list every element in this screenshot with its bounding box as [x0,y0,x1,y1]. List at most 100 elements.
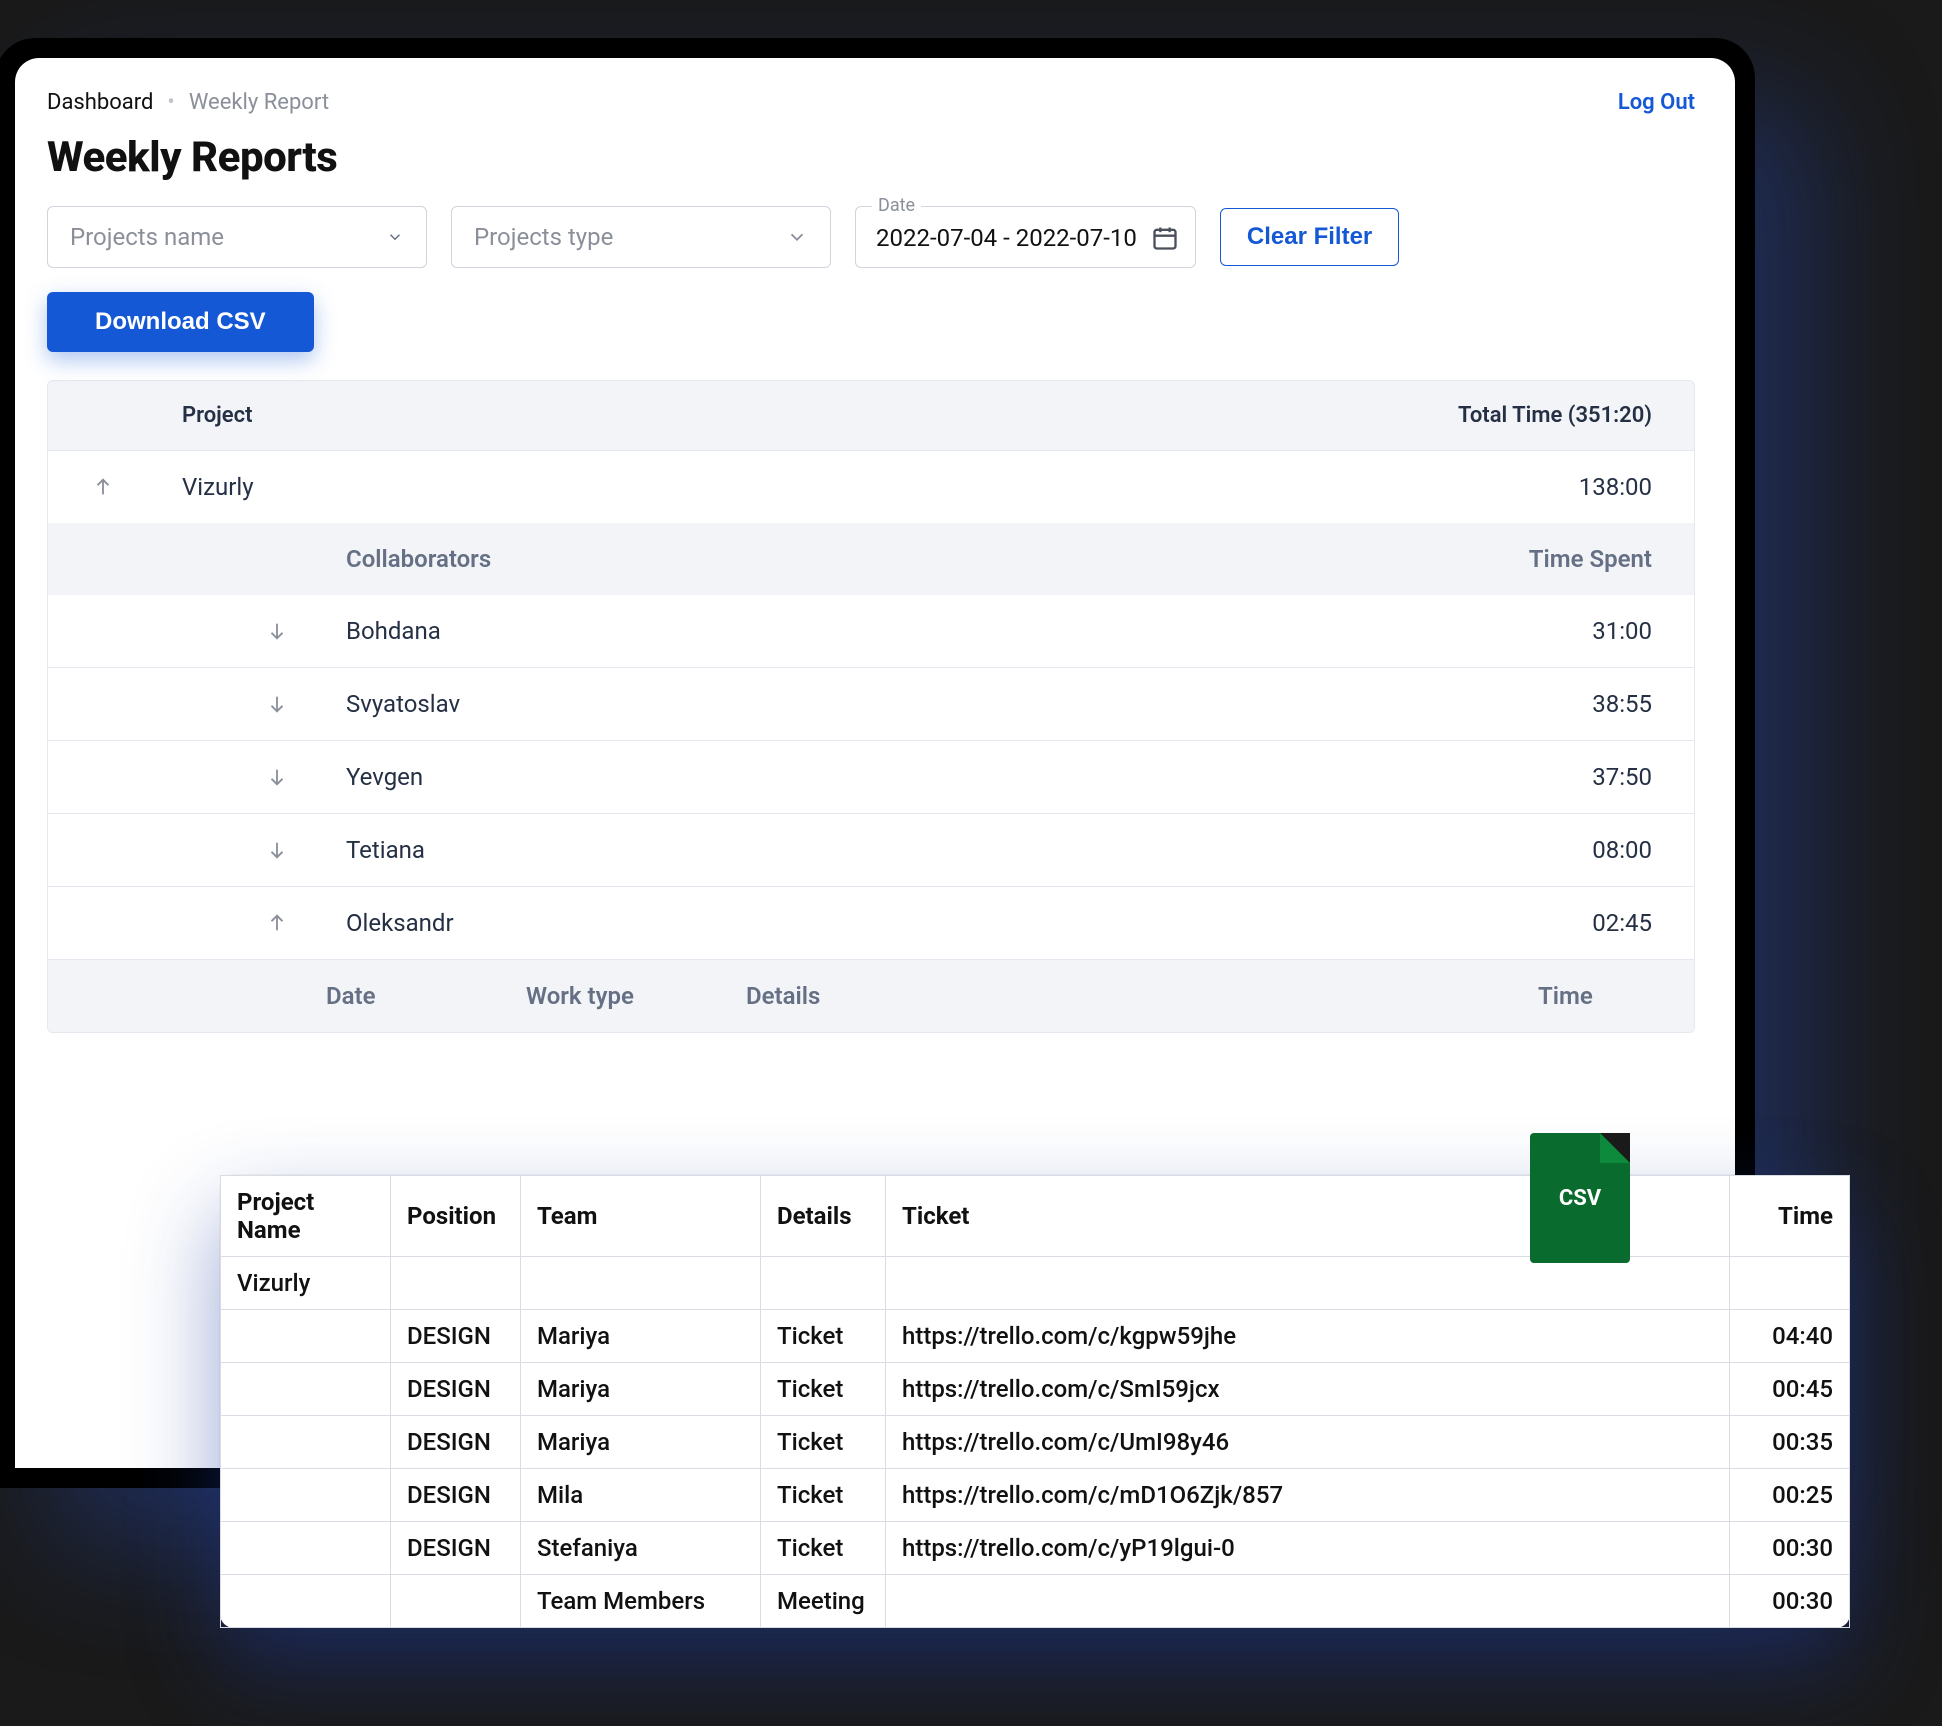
collaborator-time: 37:50 [1494,741,1694,813]
time-spent-header-label: Time Spent [1494,523,1694,595]
csv-cell-details: Ticket [761,1310,886,1363]
csv-cell-details: Ticket [761,1469,886,1522]
breadcrumb-home[interactable]: Dashboard [47,90,153,115]
details-header-label: Details [722,960,1514,1032]
collaborator-row[interactable]: Bohdana31:00 [48,595,1694,667]
collaborator-row[interactable]: Oleksandr02:45 [48,886,1694,959]
projects-name-placeholder: Projects name [70,223,224,251]
csv-col-project-name: Project Name [221,1176,391,1257]
collaborator-name: Svyatoslav [322,668,1494,740]
csv-cell-time: 00:30 [1730,1522,1850,1575]
collaborator-toggle[interactable] [232,693,322,715]
collaborators-section: Collaborators Time Spent Bohdana31:00Svy… [48,523,1694,1032]
arrow-up-icon [266,912,288,934]
date-label: Date [872,195,921,216]
csv-col-position: Position [391,1176,521,1257]
details-header-row: Date Work type Details Time [48,959,1694,1032]
csv-cell-ticket [886,1575,1730,1628]
csv-file-icon: CSV [1530,1133,1630,1263]
arrow-down-icon [266,766,288,788]
csv-row: DESIGNMariyaTickethttps://trello.com/c/k… [221,1310,1850,1363]
date-value: 2022-07-04 - 2022-07-10 [876,224,1137,252]
csv-cell-position: DESIGN [391,1363,521,1416]
csv-cell-position [391,1257,521,1310]
collaborators-header-label: Collaborators [322,523,1494,595]
arrow-down-icon [266,839,288,861]
project-time: 138:00 [1474,451,1694,523]
collaborator-toggle[interactable] [232,912,322,934]
collaborator-time: 31:00 [1494,595,1694,667]
collaborator-name: Oleksandr [322,887,1494,959]
breadcrumb: Dashboard • Weekly Report [47,90,329,115]
collaborator-toggle[interactable] [232,766,322,788]
csv-cell-details [761,1257,886,1310]
project-row[interactable]: Vizurly 138:00 [48,450,1694,523]
project-header-label: Project [158,381,1334,450]
collaborator-row[interactable]: Tetiana08:00 [48,813,1694,886]
clear-filter-button[interactable]: Clear Filter [1220,208,1399,266]
csv-cell-ticket: https://trello.com/c/yP19lgui-0 [886,1522,1730,1575]
breadcrumb-current: Weekly Report [189,90,329,115]
project-toggle[interactable] [48,476,158,498]
csv-cell-position: DESIGN [391,1416,521,1469]
download-csv-button[interactable]: Download CSV [47,292,314,352]
collaborator-row[interactable]: Svyatoslav38:55 [48,667,1694,740]
csv-row: Team MembersMeeting 00:30 [221,1575,1850,1628]
breadcrumb-separator-icon: • [167,90,174,115]
arrow-down-icon [266,620,288,642]
csv-cell-details: Meeting [761,1575,886,1628]
calendar-icon [1151,224,1179,252]
csv-cell-time: 00:35 [1730,1416,1850,1469]
csv-row: DESIGNMariyaTickethttps://trello.com/c/U… [221,1416,1850,1469]
csv-cell-project-name [221,1469,391,1522]
collaborators-header-row: Collaborators Time Spent [48,523,1694,595]
collaborator-toggle[interactable] [232,620,322,642]
collaborator-time: 38:55 [1494,668,1694,740]
projects-type-placeholder: Projects type [474,223,613,251]
csv-file-label: CSV [1559,1186,1601,1211]
header-row: Dashboard • Weekly Report Log Out [47,90,1695,115]
csv-cell-ticket: https://trello.com/c/SmI59jcx [886,1363,1730,1416]
total-time-header-label: Total Time (351:20) [1334,381,1694,450]
csv-cell-details: Ticket [761,1416,886,1469]
csv-col-details: Details [761,1176,886,1257]
projects-name-select[interactable]: Projects name [47,206,427,268]
logout-link[interactable]: Log Out [1618,90,1695,115]
date-header-label: Date [302,960,502,1032]
csv-cell-team [521,1257,761,1310]
csv-cell-project-name [221,1310,391,1363]
csv-cell-ticket [886,1257,1730,1310]
csv-cell-time: 00:30 [1730,1575,1850,1628]
csv-preview-overlay: CSV Project Name Position Team Details T… [220,1175,1850,1628]
collaborator-name: Tetiana [322,814,1494,886]
collaborator-toggle[interactable] [232,839,322,861]
csv-cell-time [1730,1257,1850,1310]
csv-cell-project-name [221,1363,391,1416]
csv-cell-ticket: https://trello.com/c/mD1O6Zjk/857 [886,1469,1730,1522]
csv-cell-position: DESIGN [391,1522,521,1575]
csv-cell-team: Mila [521,1469,761,1522]
csv-cell-time: 00:45 [1730,1363,1850,1416]
csv-cell-project-name [221,1522,391,1575]
date-range-input[interactable]: Date 2022-07-04 - 2022-07-10 [855,206,1196,268]
csv-cell-team: Mariya [521,1416,761,1469]
collaborator-row[interactable]: Yevgen37:50 [48,740,1694,813]
collaborator-name: Bohdana [322,595,1494,667]
caret-down-icon [386,228,404,246]
csv-row: DESIGNMilaTickethttps://trello.com/c/mD1… [221,1469,1850,1522]
csv-cell-project-name [221,1416,391,1469]
filters-row: Projects name Projects type Date 2022-07… [47,206,1695,268]
csv-cell-position [391,1575,521,1628]
csv-cell-ticket: https://trello.com/c/kgpw59jhe [886,1310,1730,1363]
csv-row: Vizurly [221,1257,1850,1310]
csv-cell-position: DESIGN [391,1469,521,1522]
csv-cell-ticket: https://trello.com/c/UmI98y46 [886,1416,1730,1469]
csv-cell-team: Team Members [521,1575,761,1628]
csv-cell-team: Mariya [521,1363,761,1416]
report-table: Project Total Time (351:20) Vizurly 138:… [47,380,1695,1033]
project-name: Vizurly [158,451,1474,523]
projects-type-select[interactable]: Projects type [451,206,831,268]
csv-cell-team: Mariya [521,1310,761,1363]
page-title: Weekly Reports [47,133,1695,182]
csv-cell-time: 04:40 [1730,1310,1850,1363]
